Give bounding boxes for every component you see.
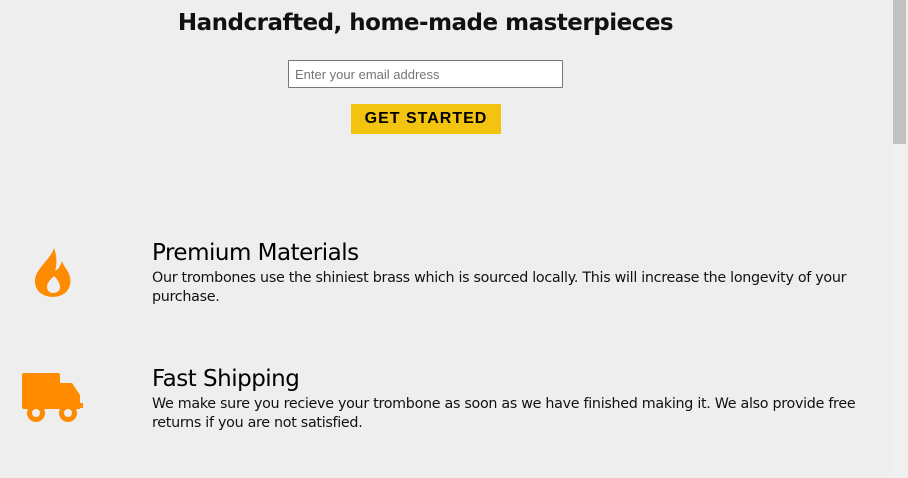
vertical-scrollbar[interactable] (891, 0, 908, 478)
email-input[interactable] (288, 60, 563, 88)
scrollbar-thumb[interactable] (893, 0, 906, 144)
feature-fast-shipping: Fast Shipping We make sure you recieve y… (0, 364, 891, 444)
landing-page: Handcrafted, home-made masterpieces GET … (0, 0, 891, 478)
feature-title: Premium Materials (152, 240, 359, 266)
hero-title: Handcrafted, home-made masterpieces (177, 10, 674, 36)
feature-description: Our trombones use the shiniest brass whi… (152, 270, 847, 305)
truck-icon (22, 373, 83, 422)
feature-premium-materials: Premium Materials Our trombones use the … (0, 238, 891, 318)
get-started-button[interactable]: GET STARTED (351, 104, 501, 134)
feature-title: Fast Shipping (152, 366, 300, 392)
fire-icon (34, 248, 71, 297)
feature-description: We make sure you recieve your trombone a… (152, 396, 856, 431)
